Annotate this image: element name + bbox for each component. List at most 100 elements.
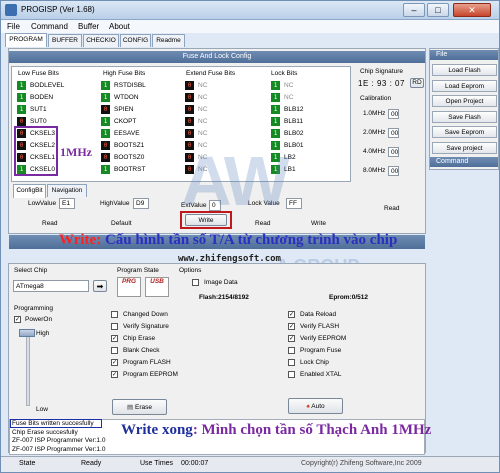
chip-go-button[interactable]: ➡ xyxy=(93,280,107,292)
power-slider-thumb[interactable] xyxy=(19,329,35,337)
read-fuse-button[interactable]: Read xyxy=(42,220,58,227)
programming-title: Programming xyxy=(14,305,54,312)
low-fuse-bit-2[interactable]: 1 xyxy=(17,105,26,114)
power-low-label: Low xyxy=(36,406,48,413)
minimize-button[interactable]: – xyxy=(403,3,425,17)
calibration-value-0[interactable]: 00 xyxy=(388,109,399,119)
low-fuse-bit-0[interactable]: 1 xyxy=(17,81,26,90)
tab-checkio[interactable]: CHECKIO xyxy=(83,34,119,47)
side-button-2[interactable]: Open Project xyxy=(432,95,497,107)
tab-readme[interactable]: Readme xyxy=(152,34,185,47)
flash-usage: Flash:2154/8192 xyxy=(199,294,249,301)
high-fuse-bit-4[interactable]: 1 xyxy=(101,129,110,138)
use-times-label: Use Times xyxy=(140,460,174,467)
default-fuse-button[interactable]: Default xyxy=(111,220,132,227)
power-on-checkbox[interactable]: ✓ xyxy=(14,316,21,323)
checks-left-checkbox-5[interactable]: ✓ xyxy=(111,371,118,378)
checks-left-checkbox-0[interactable] xyxy=(111,311,118,318)
calibration-value-3[interactable]: 00 xyxy=(388,166,399,176)
side-button-5[interactable]: Save project xyxy=(432,141,497,154)
write-annotation: Write: Cấu hình tần số T/A từ chương trì… xyxy=(59,232,397,249)
checks-right-checkbox-2[interactable]: ✓ xyxy=(288,335,295,342)
lock-bits-title: Lock Bits xyxy=(271,70,298,77)
low-value-label: LowValue xyxy=(28,200,57,207)
ext-fuse-bit-3[interactable]: 0 xyxy=(185,117,194,126)
ext-fuse-bit-2[interactable]: 0 xyxy=(185,105,194,114)
side-button-0[interactable]: Load Flash xyxy=(432,64,497,76)
high-fuse-label-5: BOOTSZ1 xyxy=(114,142,145,149)
menu-buffer[interactable]: Buffer xyxy=(78,22,99,31)
lock-fuse-bit-4[interactable]: 1 xyxy=(271,129,280,138)
power-slider-track[interactable] xyxy=(26,331,30,406)
checks-right-label-0: Data Reload xyxy=(300,311,337,318)
auto-button[interactable]: ♠ Auto xyxy=(288,398,343,414)
image-data-checkbox[interactable] xyxy=(192,279,199,286)
menu-about[interactable]: About xyxy=(109,22,130,31)
checks-left-checkbox-4[interactable]: ✓ xyxy=(111,359,118,366)
erase-label: Erase xyxy=(134,404,152,411)
read-calibration-button[interactable]: Read xyxy=(384,205,400,212)
chip-signature-value: 1E : 93 : 07 xyxy=(358,79,405,88)
side-button-1[interactable]: Load Eeprom xyxy=(432,79,497,92)
high-fuse-bit-1[interactable]: 1 xyxy=(101,93,110,102)
tab-buffer[interactable]: BUFFER xyxy=(48,34,82,47)
high-fuse-bit-0[interactable]: 1 xyxy=(101,81,110,90)
high-fuse-label-1: WTDON xyxy=(114,94,139,101)
lock-fuse-bit-2[interactable]: 1 xyxy=(271,105,280,114)
lock-fuse-bit-3[interactable]: 1 xyxy=(271,117,280,126)
lock-fuse-label-1: NC xyxy=(284,94,294,101)
tab-configbit[interactable]: ConfigBit xyxy=(13,184,46,198)
checks-right-checkbox-0[interactable]: ✓ xyxy=(288,311,295,318)
menu-command[interactable]: Command xyxy=(31,22,68,31)
low-fuse-label-0: BODLEVEL xyxy=(30,82,65,89)
high-fuse-bit-5[interactable]: 0 xyxy=(101,141,110,150)
low-fuse-bit-1[interactable]: 1 xyxy=(17,93,26,102)
checks-right-label-2: Verify EEPROM xyxy=(300,335,347,342)
power-high-label: High xyxy=(36,330,50,337)
fuse-lock-header: Fuse And Lock Config xyxy=(9,51,425,63)
high-fuse-bit-2[interactable]: 0 xyxy=(101,105,110,114)
menu-bar: File Command Buffer About xyxy=(1,20,499,33)
calibration-value-2[interactable]: 00 xyxy=(388,147,399,157)
side-button-3[interactable]: Save Flash xyxy=(432,110,497,123)
checks-left-checkbox-2[interactable]: ✓ xyxy=(111,335,118,342)
high-fuse-bit-7[interactable]: 1 xyxy=(101,165,110,174)
app-window: PROGISP (Ver 1.68) – □ ✕ File Command Bu… xyxy=(0,0,500,473)
side-button-4[interactable]: Save Eeprom xyxy=(432,126,497,138)
menu-file[interactable]: File xyxy=(7,22,20,31)
ext-fuse-bit-4[interactable]: 0 xyxy=(185,129,194,138)
calibration-value-1[interactable]: 00 xyxy=(388,128,399,138)
lock-fuse-bit-0[interactable]: 1 xyxy=(271,81,280,90)
checks-right-checkbox-1[interactable]: ✓ xyxy=(288,323,295,330)
high-fuse-bit-3[interactable]: 1 xyxy=(101,117,110,126)
checks-right-checkbox-3[interactable] xyxy=(288,347,295,354)
log-line-3: ZF-007 ISP Programmer Ver:1.0 xyxy=(12,445,106,453)
lock-fuse-bit-1[interactable]: 1 xyxy=(271,93,280,102)
low-fuse-bit-3[interactable]: 0 xyxy=(17,117,26,126)
checks-left-checkbox-1[interactable] xyxy=(111,323,118,330)
log-line-0: Fuse Bits written succesfully xyxy=(12,420,94,427)
high-value-field[interactable]: D9 xyxy=(133,198,149,209)
low-value-field[interactable]: E1 xyxy=(59,198,75,209)
checks-right-checkbox-4[interactable] xyxy=(288,359,295,366)
tab-program[interactable]: PROGRAM xyxy=(5,33,47,47)
write-lock-button[interactable]: Write xyxy=(311,220,326,227)
tab-navigation[interactable]: Navigation xyxy=(47,184,87,197)
chip-select[interactable]: ATmega8 xyxy=(13,280,89,292)
done-annotation-text: : Mình chọn tần số Thạch Anh 1MHz xyxy=(192,422,432,438)
checks-right-checkbox-5[interactable] xyxy=(288,371,295,378)
watermark-logo: AW xyxy=(181,142,290,220)
checks-left-label-3: Blank Check xyxy=(123,347,160,354)
ext-fuse-bit-0[interactable]: 0 xyxy=(185,81,194,90)
close-button[interactable]: ✕ xyxy=(453,3,491,17)
high-fuse-bit-6[interactable]: 0 xyxy=(101,153,110,162)
ext-fuse-bit-1[interactable]: 0 xyxy=(185,93,194,102)
high-fuse-label-7: BOOTRST xyxy=(114,166,146,173)
read-lock-button[interactable]: Read xyxy=(255,220,271,227)
maximize-button[interactable]: □ xyxy=(427,3,449,17)
checks-left-checkbox-3[interactable] xyxy=(111,347,118,354)
read-signature-button[interactable]: RD xyxy=(410,78,424,88)
tab-config[interactable]: CONFIG xyxy=(120,34,151,47)
lock-value-field[interactable]: FF xyxy=(286,198,302,209)
erase-button[interactable]: ▤ Erase xyxy=(112,399,167,415)
